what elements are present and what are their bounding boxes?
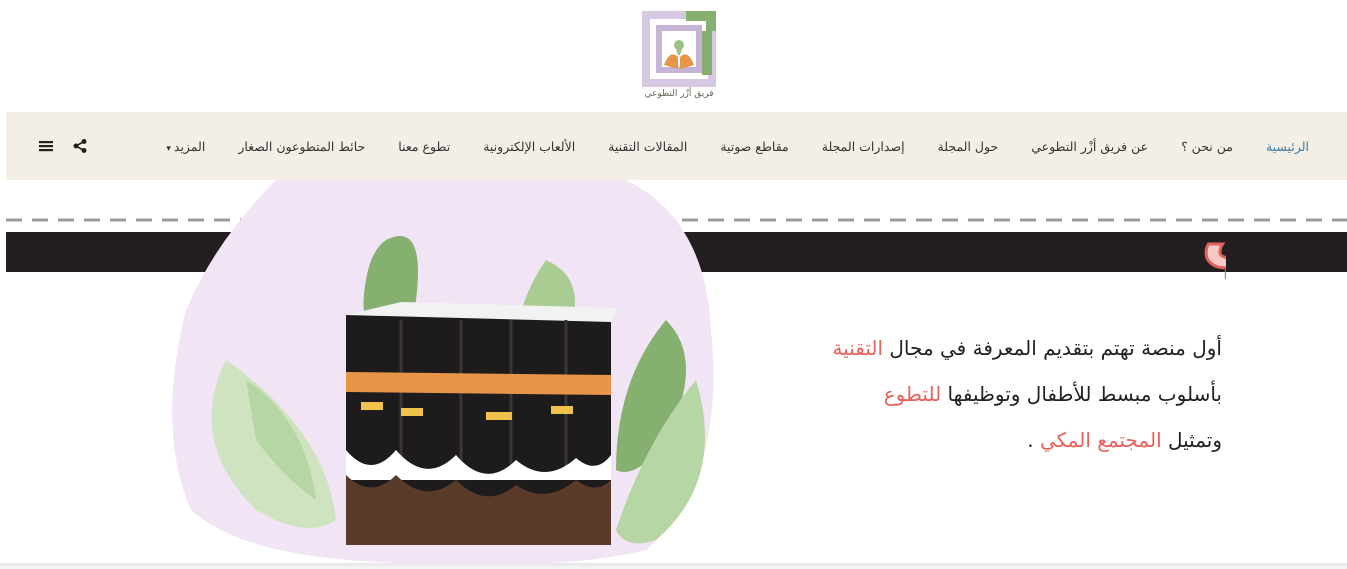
nav-item-magazine-issues[interactable]: إصدارات المجلة: [822, 139, 905, 154]
menu-icon[interactable]: [38, 138, 54, 154]
nav-item-volunteer[interactable]: تطوع معنا: [398, 139, 450, 154]
page-divider: [0, 563, 1347, 569]
nav-item-tech-articles[interactable]: المقالات التقنية: [608, 139, 687, 154]
hero-banner: ضياء مكي أول منصة تهتم بتقديم المعرفة في…: [6, 180, 1347, 563]
share-icon[interactable]: [72, 138, 88, 154]
nav-item-young-volunteers-wall[interactable]: حائط المتطوعون الصغار: [238, 139, 365, 154]
hero-line-3-text: وتمثيل: [1161, 428, 1222, 452]
nav-item-about-us[interactable]: من نحن ؟: [1181, 139, 1233, 154]
nav-item-audio-clips[interactable]: مقاطع صوتية: [720, 139, 788, 154]
more-label: المزيد: [173, 138, 206, 154]
hero-line-3-end: .: [1027, 428, 1040, 452]
nav-item-games[interactable]: الألعاب الإلكترونية: [483, 139, 575, 154]
main-navbar: الرئيسية من نحن ؟ عن فريق أزْر التطوعي ح…: [6, 112, 1347, 180]
nav-icons: [38, 136, 88, 156]
nav-item-about-team[interactable]: عن فريق أزْر التطوعي: [1031, 139, 1148, 154]
hero-description: أول منصة تهتم بتقديم المعرفة في مجال الت…: [702, 325, 1222, 463]
logo-caption: فريق أزْر التطوعي: [644, 89, 714, 99]
hero-line-2-highlight: للتطوع: [883, 382, 942, 406]
nav-item-more[interactable]: المزيد▾: [166, 139, 205, 154]
hero-title-graphic: ضياء مكي: [1200, 183, 1227, 279]
hero-line-3: وتمثيل المجتمع المكي .: [702, 417, 1222, 463]
hero-line-1: أول منصة تهتم بتقديم المعرفة في مجال الت…: [702, 325, 1222, 371]
chevron-down-icon: ▾: [166, 143, 171, 154]
hero-line-1-text: أول منصة تهتم بتقديم المعرفة في مجال: [883, 336, 1222, 360]
site-logo[interactable]: فريق أزْر التطوعي: [640, 9, 718, 103]
hero-title: ضياء مكي: [1201, 184, 1226, 277]
nav-item-home[interactable]: الرئيسية: [1266, 139, 1309, 154]
hero-line-3-highlight: المجتمع المكي: [1039, 428, 1162, 452]
hero-line-1-highlight: التقنية: [832, 336, 884, 360]
hero-line-2: بأسلوب مبسط للأطفال وتوظيفها للتطوع: [702, 371, 1222, 417]
azr-logo-icon: [642, 11, 716, 87]
hero-line-2-text: بأسلوب مبسط للأطفال وتوظيفها: [941, 382, 1223, 406]
nav-menu: الرئيسية من نحن ؟ عن فريق أزْر التطوعي ح…: [133, 112, 1309, 180]
nav-item-about-magazine[interactable]: حول المجلة: [938, 139, 999, 154]
